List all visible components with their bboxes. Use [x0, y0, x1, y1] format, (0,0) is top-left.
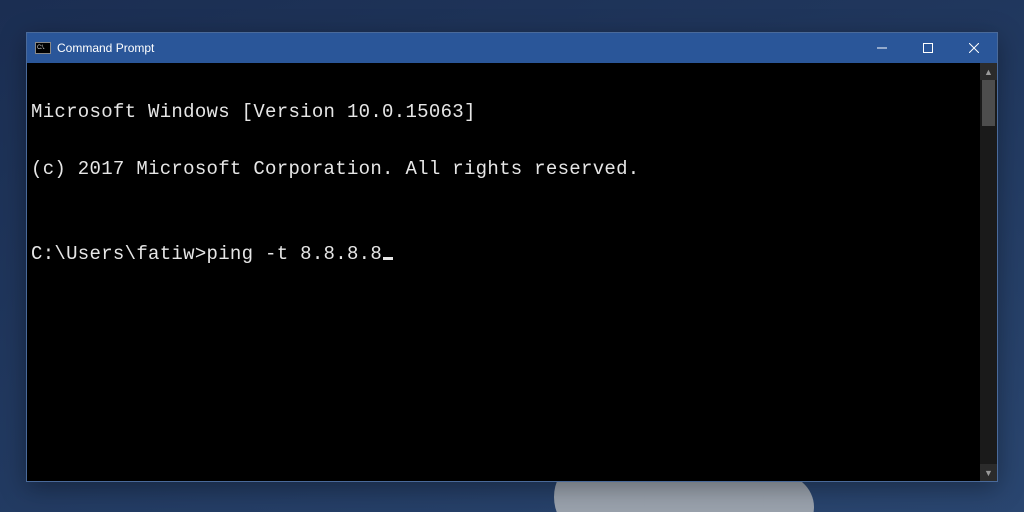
minimize-icon — [877, 43, 887, 53]
maximize-button[interactable] — [905, 33, 951, 63]
scrollbar-thumb[interactable] — [982, 80, 995, 126]
scroll-up-button[interactable]: ▲ — [980, 63, 997, 80]
app-icon: C:\. — [35, 42, 51, 54]
cursor — [383, 257, 393, 260]
command-prompt-window: C:\. Command Prompt Microsoft Windows [V… — [26, 32, 998, 482]
vertical-scrollbar[interactable]: ▲ ▼ — [980, 63, 997, 481]
console-line: Microsoft Windows [Version 10.0.15063] — [31, 98, 972, 127]
scroll-down-button[interactable]: ▼ — [980, 464, 997, 481]
console-output[interactable]: Microsoft Windows [Version 10.0.15063] (… — [27, 63, 980, 481]
scrollbar-track[interactable] — [980, 80, 997, 464]
titlebar[interactable]: C:\. Command Prompt — [27, 33, 997, 63]
chevron-down-icon: ▼ — [984, 468, 993, 478]
close-icon — [969, 43, 979, 53]
desktop-background: C:\. Command Prompt Microsoft Windows [V… — [0, 0, 1024, 512]
console-line: (c) 2017 Microsoft Corporation. All righ… — [31, 155, 972, 184]
maximize-icon — [923, 43, 933, 53]
prompt-text: C:\Users\fatiw> — [31, 243, 207, 265]
window-title: Command Prompt — [57, 41, 154, 55]
typed-command: ping -t 8.8.8.8 — [207, 243, 383, 265]
client-area: Microsoft Windows [Version 10.0.15063] (… — [27, 63, 997, 481]
close-button[interactable] — [951, 33, 997, 63]
minimize-button[interactable] — [859, 33, 905, 63]
console-prompt-line: C:\Users\fatiw>ping -t 8.8.8.8 — [31, 240, 972, 269]
chevron-up-icon: ▲ — [984, 67, 993, 77]
